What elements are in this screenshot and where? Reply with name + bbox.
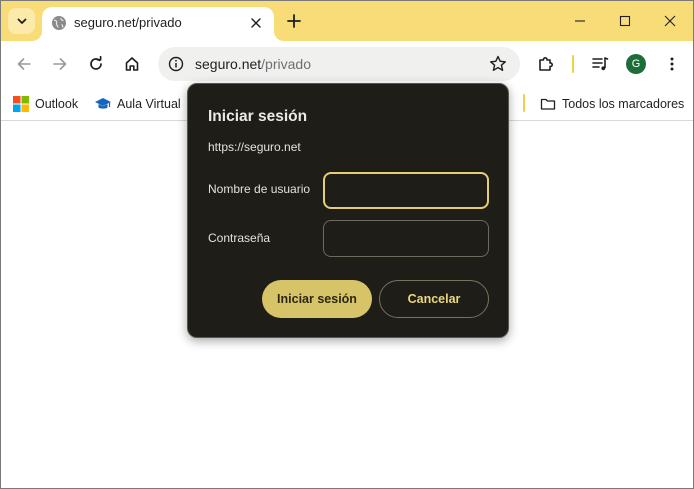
close-icon <box>251 18 261 28</box>
browser-window: seguro.net/privado seguro.net/privado G … <box>0 0 694 489</box>
forward-button[interactable] <box>44 48 76 80</box>
url-path: /privado <box>261 56 311 72</box>
puzzle-piece-icon <box>539 57 553 71</box>
tab-search-button[interactable] <box>8 8 35 34</box>
address-bar[interactable]: seguro.net/privado <box>158 47 520 81</box>
menu-button[interactable] <box>656 48 688 80</box>
dialog-origin: https://seguro.net <box>208 140 301 154</box>
folder-icon <box>540 98 556 110</box>
site-info-button[interactable] <box>164 52 188 76</box>
more-vert-icon <box>670 57 674 71</box>
globe-icon <box>52 16 66 30</box>
toolbar-separator <box>572 55 574 73</box>
url-host: seguro.net <box>195 56 262 72</box>
media-controls-button[interactable] <box>584 48 616 80</box>
reload-icon <box>90 56 102 70</box>
tab-active[interactable]: seguro.net/privado <box>32 7 284 41</box>
tab-close-button[interactable] <box>246 13 266 33</box>
sign-in-button[interactable]: Iniciar sesión <box>262 280 372 318</box>
cancel-button[interactable]: Cancelar <box>379 280 489 318</box>
bookmark-star-icon[interactable] <box>488 54 508 74</box>
microsoft-logo-icon <box>13 96 29 112</box>
window-close-button[interactable] <box>647 1 693 41</box>
maximize-button[interactable] <box>602 1 648 41</box>
toolbar: seguro.net/privado G <box>1 41 693 87</box>
minimize-button-2[interactable] <box>557 1 603 41</box>
minimize-icon <box>575 20 585 22</box>
back-button[interactable] <box>8 48 40 80</box>
username-label: Nombre de usuario <box>208 182 311 196</box>
username-field[interactable] <box>323 172 489 209</box>
plus-icon <box>287 14 301 28</box>
maximize-icon <box>619 15 631 27</box>
chevron-down-icon <box>17 18 26 24</box>
bookmark-aula-virtual[interactable]: Aula Virtual <box>95 93 181 115</box>
home-button[interactable] <box>116 48 148 80</box>
profile-avatar[interactable]: G <box>626 54 646 74</box>
url-text[interactable]: seguro.net/privado <box>195 56 311 72</box>
bookmarks-separator <box>523 94 525 112</box>
sign-in-dialog: Iniciar sesión https://seguro.net Nombre… <box>187 83 509 338</box>
home-icon <box>125 57 139 71</box>
queue-music-icon <box>592 57 609 71</box>
password-label: Contraseña <box>208 231 271 245</box>
dialog-title: Iniciar sesión <box>208 108 308 125</box>
password-field[interactable] <box>323 220 489 257</box>
tab-title: seguro.net/privado <box>74 15 182 30</box>
arrow-right-icon <box>53 58 67 70</box>
extensions-button[interactable] <box>530 48 562 80</box>
close-icon <box>664 15 676 27</box>
bookmark-label: Outlook <box>35 97 79 111</box>
bookmark-outlook[interactable]: Outlook <box>13 93 78 115</box>
bookmark-label: Aula Virtual <box>117 97 181 111</box>
bookmark-label: Todos los marcadores <box>562 97 685 111</box>
reload-button[interactable] <box>80 48 112 80</box>
new-tab-button[interactable] <box>283 10 305 32</box>
bookmark-all-bookmarks[interactable]: Todos los marcadores <box>540 93 684 115</box>
info-icon <box>168 56 184 72</box>
graduation-cap-icon <box>95 98 111 109</box>
arrow-left-icon <box>17 58 31 70</box>
